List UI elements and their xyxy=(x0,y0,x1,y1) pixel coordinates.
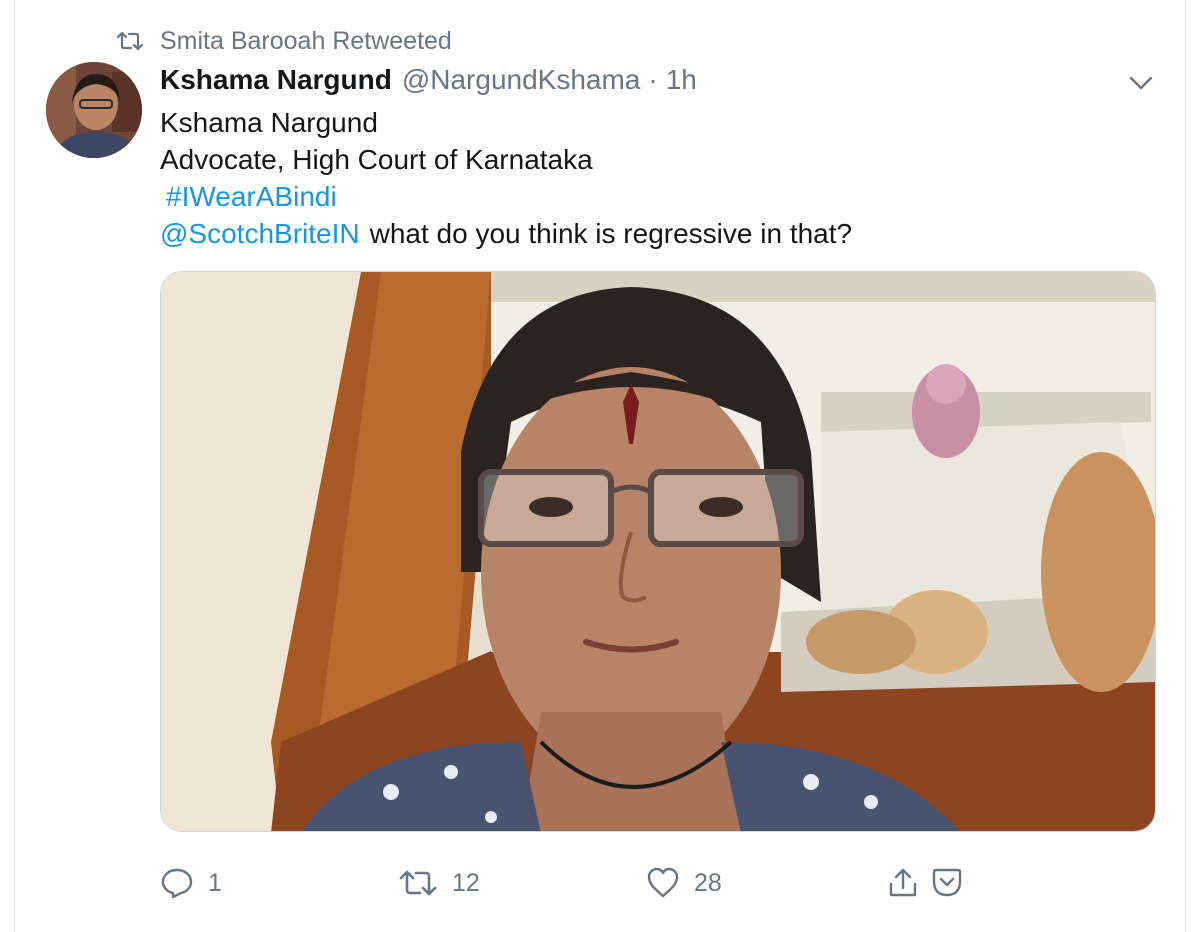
user-handle[interactable]: @NargundKshama xyxy=(402,64,641,96)
retweet-context-text: Smita Barooah Retweeted xyxy=(160,26,452,55)
tweet-text: what do you think is regressive in that? xyxy=(369,218,853,249)
reply-count: 1 xyxy=(208,868,222,897)
retweet-count: 12 xyxy=(452,868,480,897)
heart-icon xyxy=(647,867,679,898)
like-button[interactable]: 28 xyxy=(646,866,722,900)
chevron-down-icon[interactable] xyxy=(1126,68,1156,98)
reply-button[interactable]: 1 xyxy=(160,866,222,900)
retweet-icon xyxy=(399,870,437,896)
tweet-text-line: #IWearABindi xyxy=(160,179,337,215)
hashtag-link[interactable]: #IWearABindi xyxy=(166,181,337,212)
tweet-actions: 1 12 28 xyxy=(0,866,1200,906)
retweet-context[interactable]: Smita Barooah Retweeted xyxy=(116,26,452,56)
tweet-timestamp[interactable]: 1h xyxy=(666,64,697,96)
bookmark-button[interactable] xyxy=(930,866,978,900)
card-border xyxy=(14,0,15,932)
bookmark-icon xyxy=(932,868,962,897)
tweet-text-line: @ScotchBriteIN what do you think is regre… xyxy=(160,216,852,252)
share-icon xyxy=(889,868,917,897)
mention-link[interactable]: @ScotchBriteIN xyxy=(160,218,360,249)
share-button[interactable] xyxy=(886,866,934,900)
tweet-text-line: Kshama Nargund xyxy=(160,107,378,138)
tweet-photo[interactable] xyxy=(160,271,1156,832)
avatar[interactable] xyxy=(46,62,142,158)
tweet-header: Kshama Nargund @NargundKshama · 1h xyxy=(160,64,697,100)
tweet-text-line: Advocate, High Court of Karnataka xyxy=(160,144,593,175)
selfie-photo xyxy=(161,272,1155,831)
reply-icon xyxy=(161,868,193,899)
tweet-card[interactable]: Smita Barooah Retweeted Kshama Nargund @… xyxy=(0,0,1200,932)
display-name[interactable]: Kshama Nargund xyxy=(160,64,392,96)
retweet-button[interactable]: 12 xyxy=(398,866,480,900)
retweet-icon xyxy=(116,31,144,51)
like-count: 28 xyxy=(694,868,722,897)
card-border xyxy=(1185,0,1186,932)
avatar-image xyxy=(46,62,142,158)
separator-dot: · xyxy=(648,64,658,95)
